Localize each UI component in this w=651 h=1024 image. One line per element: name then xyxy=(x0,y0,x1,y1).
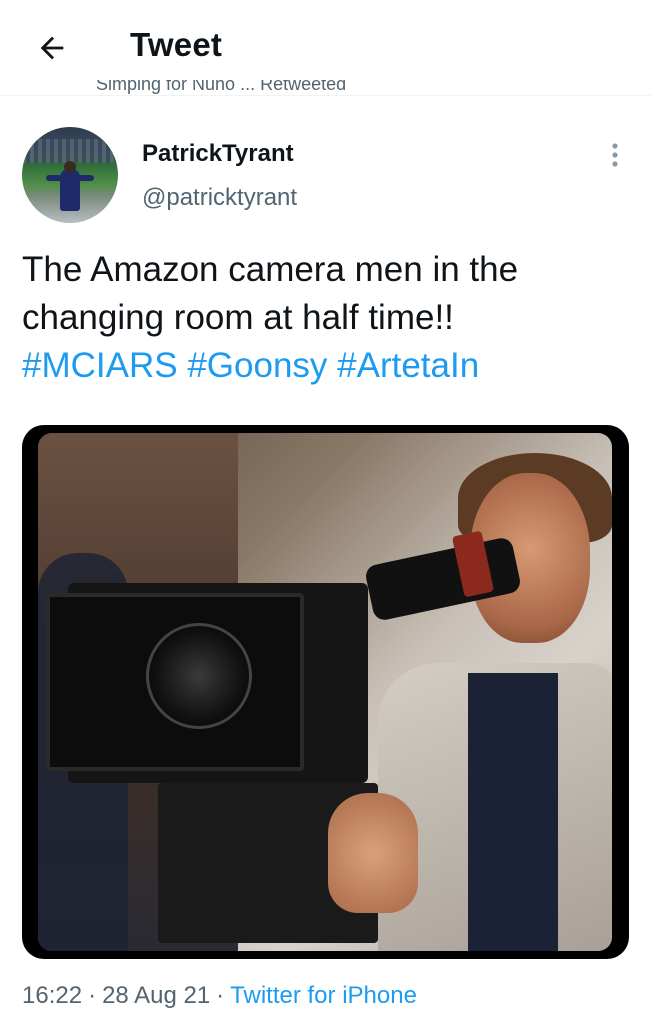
page-title: Tweet xyxy=(130,26,223,63)
tweet-text: The Amazon camera men in the changing ro… xyxy=(22,246,632,390)
tweet-source-link[interactable]: Twitter for iPhone xyxy=(230,982,417,1009)
hashtag-line: #MCIARS #Goonsy #ArtetaIn xyxy=(22,342,632,390)
hashtag-link[interactable]: #ArtetaIn xyxy=(337,346,479,385)
more-options-button[interactable] xyxy=(600,140,630,170)
photo-camera-lens xyxy=(146,623,252,729)
retweet-context-text: Simping for Nuno ... Retweeted xyxy=(96,80,347,94)
author-display-name[interactable]: PatrickTyrant xyxy=(142,140,294,168)
hashtag-link[interactable]: #MCIARS xyxy=(22,346,178,385)
tweet-text-line: The Amazon camera men in the xyxy=(22,250,519,289)
tweet-date[interactable]: 28 Aug 21 xyxy=(102,982,210,1009)
separator-dot: · xyxy=(216,982,225,1009)
avatar-stadium-stand xyxy=(22,139,118,163)
avatar-figure xyxy=(60,169,80,211)
photo-content xyxy=(38,433,612,951)
top-app-bar: Tweet Simping for Nuno ... Retweeted xyxy=(0,0,651,96)
photo-shirt xyxy=(468,673,558,951)
arrow-left-icon xyxy=(40,36,64,60)
header-divider xyxy=(0,95,651,96)
avatar-figure-head xyxy=(64,161,76,173)
back-button[interactable] xyxy=(30,26,74,70)
avatar[interactable] xyxy=(22,127,118,223)
tweet-text-line: changing room at half time!! xyxy=(22,298,454,337)
photo-hand xyxy=(328,793,418,913)
author-handle[interactable]: @patricktyrant xyxy=(142,184,297,212)
tweet-time[interactable]: 16:22 xyxy=(22,982,82,1009)
tweet-media-photo[interactable] xyxy=(22,425,629,959)
tweet-meta: 16:22 · 28 Aug 21 · Twitter for iPhone xyxy=(22,982,417,1010)
separator-dot: · xyxy=(88,982,97,1009)
hashtag-link[interactable]: #Goonsy xyxy=(187,346,327,385)
more-vertical-icon xyxy=(612,143,618,167)
retweet-context[interactable]: Simping for Nuno ... Retweeted xyxy=(96,80,346,102)
